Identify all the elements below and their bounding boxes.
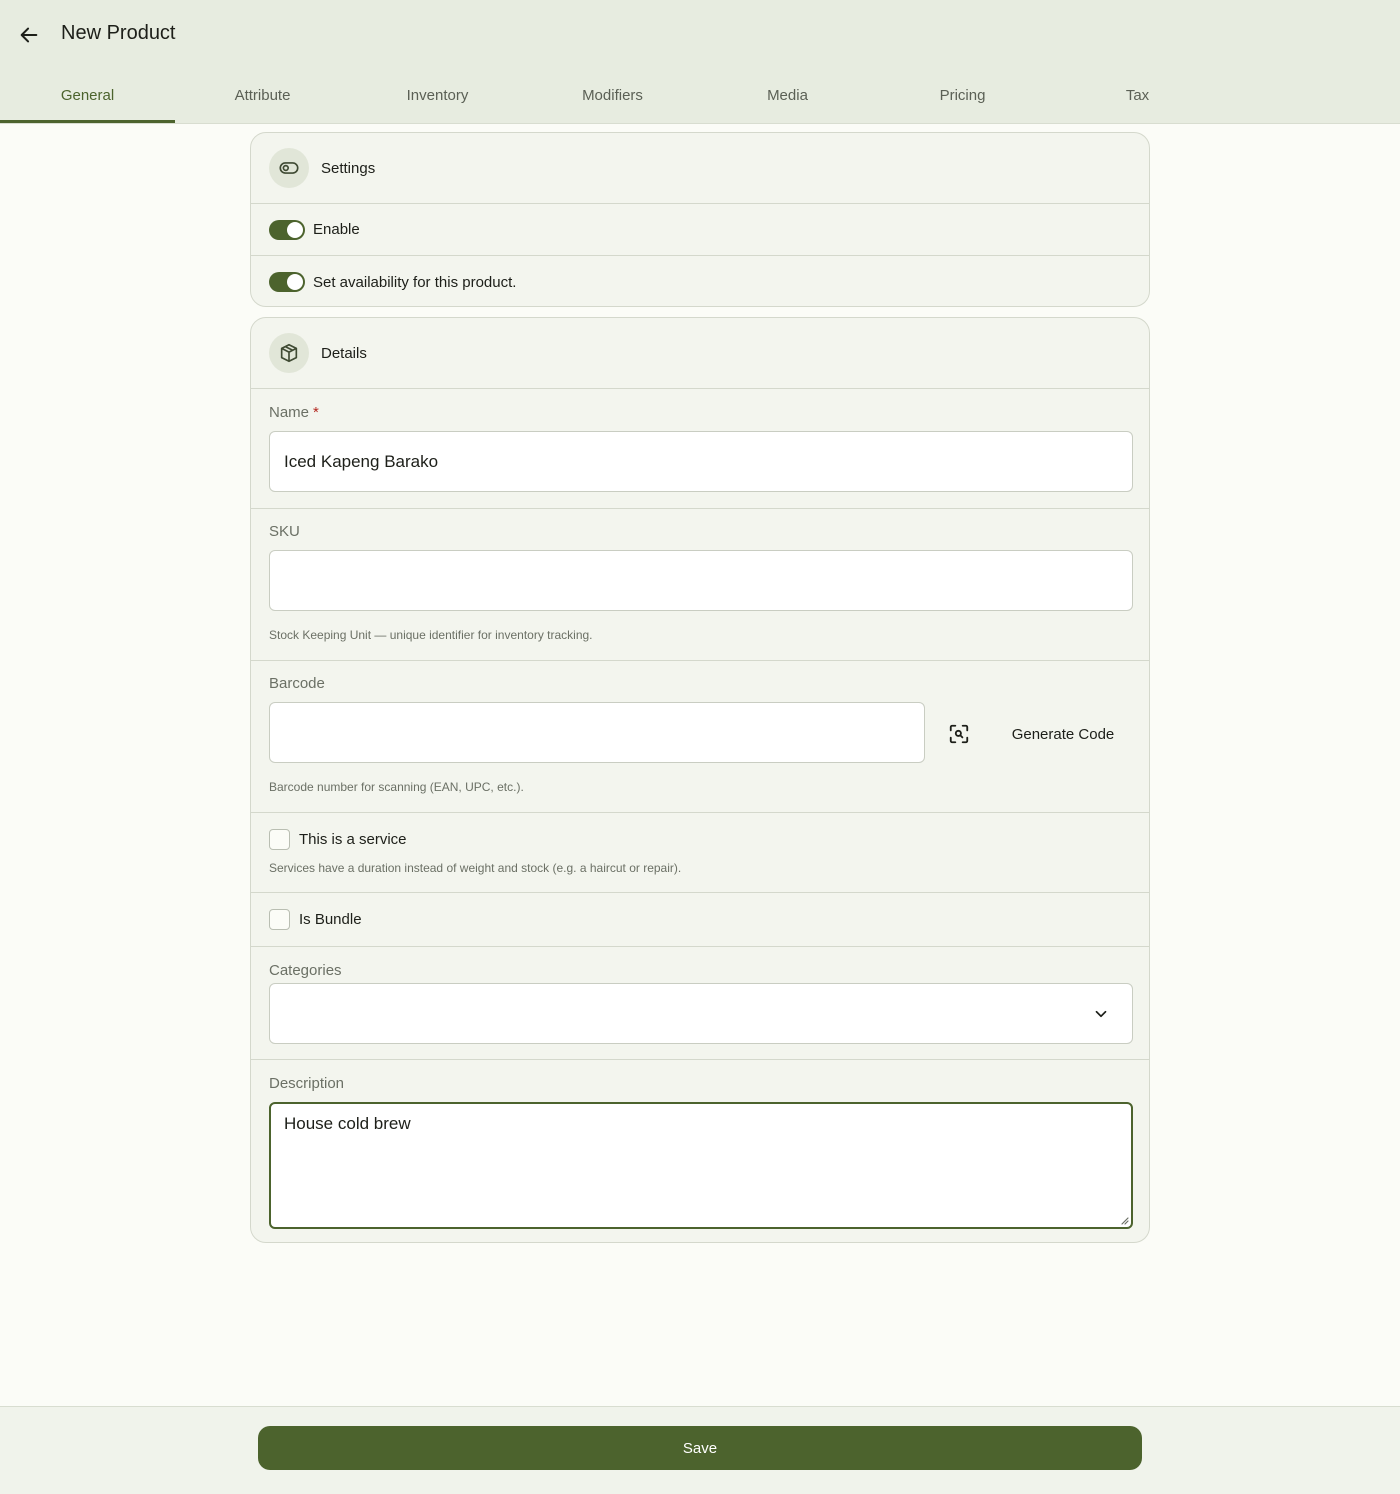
service-label: This is a service [299, 831, 407, 848]
tab-inventory[interactable]: Inventory [350, 70, 525, 124]
tab-media[interactable]: Media [700, 70, 875, 124]
tab-label: Inventory [406, 87, 469, 104]
enable-label: Enable [313, 221, 360, 238]
enable-toggle[interactable] [269, 219, 305, 240]
box-icon [280, 343, 298, 363]
barcode-label: Barcode [269, 675, 325, 692]
tab-label: Tax [1125, 87, 1150, 104]
availability-row: Set availability for this product. [251, 256, 1149, 306]
categories-select[interactable] [269, 983, 1133, 1044]
sku-helper-text: Stock Keeping Unit — unique identifier f… [269, 628, 593, 642]
bundle-checkbox[interactable] [269, 909, 290, 930]
scan-icon [949, 724, 969, 744]
required-mark: * [313, 404, 319, 421]
bundle-label: Is Bundle [299, 911, 362, 928]
tab-attribute[interactable]: Attribute [175, 70, 350, 124]
service-helper-text: Services have a duration instead of weig… [269, 861, 682, 875]
sku-row: SKU Stock Keeping Unit — unique identifi… [251, 509, 1149, 661]
details-icon-badge [269, 333, 309, 373]
footer-bar: Save [0, 1406, 1400, 1494]
sku-input[interactable] [269, 550, 1133, 611]
tab-label: Modifiers [582, 87, 643, 104]
description-row: Description House cold brew [251, 1060, 1149, 1242]
arrow-left-icon [20, 27, 38, 43]
service-row: This is a service Services have a durati… [251, 813, 1149, 893]
barcode-row: Barcode Generate Code Barcode number for… [251, 661, 1149, 813]
availability-label: Set availability for this product. [313, 273, 517, 291]
details-card: Details Name * Iced Kapeng Barako SKU Sto… [250, 317, 1150, 1243]
barcode-input[interactable] [269, 702, 925, 763]
page-title: New Product [61, 22, 176, 44]
top-app-bar: New Product General Attribute Inventory … [0, 0, 1400, 124]
tab-pricing[interactable]: Pricing [875, 70, 1050, 124]
toggle-icon [279, 162, 299, 174]
scan-barcode-button[interactable] [944, 719, 974, 749]
categories-row: Categories [251, 947, 1149, 1060]
chevron-down-icon [1095, 1010, 1107, 1018]
tab-label: General [60, 87, 115, 104]
save-button[interactable]: Save [258, 1426, 1142, 1470]
tab-bar: General Attribute Inventory Modifiers Me… [0, 70, 1225, 124]
tab-label: Attribute [234, 87, 291, 104]
sku-label: SKU [269, 523, 300, 540]
name-label: Name * [269, 404, 319, 421]
settings-icon-badge [269, 148, 309, 188]
settings-title: Settings [321, 159, 376, 177]
generate-code-button[interactable]: Generate Code [999, 720, 1127, 748]
service-checkbox[interactable] [269, 829, 290, 850]
settings-header: Settings [251, 133, 1149, 204]
bundle-row: Is Bundle [251, 893, 1149, 947]
categories-label: Categories [269, 962, 342, 979]
availability-toggle[interactable] [269, 272, 305, 292]
tab-tax[interactable]: Tax [1050, 70, 1225, 124]
enable-row: Enable [251, 204, 1149, 256]
settings-card: Settings Enable Set availability for thi… [250, 132, 1150, 307]
tab-label: Media [767, 87, 808, 104]
tab-general[interactable]: General [0, 70, 175, 124]
name-label-text: Name [269, 404, 310, 421]
description-textarea[interactable]: House cold brew [269, 1102, 1133, 1229]
barcode-helper-text: Barcode number for scanning (EAN, UPC, e… [269, 780, 524, 794]
name-row: Name * Iced Kapeng Barako [251, 389, 1149, 509]
toggle-knob [287, 221, 303, 238]
back-button[interactable] [12, 18, 46, 52]
resize-handle-icon[interactable] [1119, 1215, 1129, 1225]
description-label: Description [269, 1075, 345, 1092]
details-title: Details [321, 344, 367, 362]
details-header: Details [251, 318, 1149, 389]
toggle-knob [287, 274, 303, 290]
tab-label: Pricing [939, 87, 986, 104]
name-input[interactable]: Iced Kapeng Barako [269, 431, 1133, 492]
description-value: House cold brew [284, 1114, 411, 1133]
tab-modifiers[interactable]: Modifiers [525, 70, 700, 124]
